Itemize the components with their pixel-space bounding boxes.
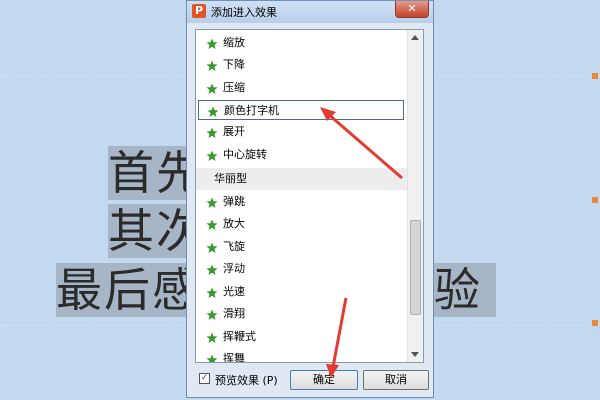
arrow-head-bottom	[326, 364, 339, 378]
annotation-arrows	[320, 107, 403, 378]
arrow-line-top	[327, 112, 403, 180]
arrow-line-bottom	[331, 297, 348, 368]
